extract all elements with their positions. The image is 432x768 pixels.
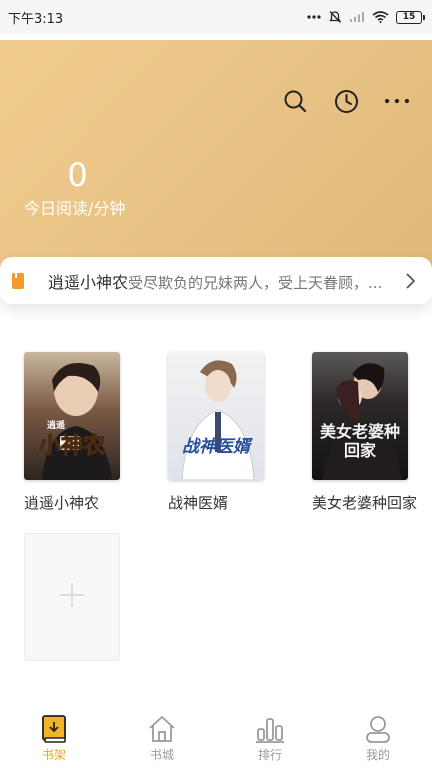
recommendation-book-title: 逍遥小神农 xyxy=(48,272,129,292)
book-cover[interactable]: 美女老婆种回家 xyxy=(312,352,408,480)
wifi-icon xyxy=(372,11,389,23)
book-cover-title: 小神农 xyxy=(38,433,105,460)
recommendation-description: 受尽欺负的兄妹两人，受上天眷顾，... xyxy=(128,273,383,292)
today-read-minutes: 0 xyxy=(67,156,88,194)
nav-label: 书架 xyxy=(41,748,66,762)
book-item[interactable]: 战神医婿 战神医婿 xyxy=(168,352,264,512)
nav-label: 我的 xyxy=(365,748,390,762)
reading-stats-header: 0 今日阅读/分钟 xyxy=(0,40,432,285)
bookmark-icon xyxy=(12,272,24,289)
nav-item-ranking[interactable]: 排行 xyxy=(216,706,324,768)
nav-item-bookstore[interactable]: 书城 xyxy=(108,706,216,768)
book-title: 战神医婿 xyxy=(168,494,229,512)
status-icons: 15 xyxy=(307,10,425,24)
book-cover-title: 美女老婆种回家 xyxy=(319,422,400,460)
nav-item-bookshelf[interactable]: 书架 xyxy=(0,706,108,768)
header-actions xyxy=(282,88,410,114)
book-cover[interactable]: 逍遥 小神农 xyxy=(24,352,120,480)
signal-icon xyxy=(349,11,365,23)
bookshelf-icon xyxy=(39,714,69,744)
nav-label: 书城 xyxy=(149,748,174,762)
battery-icon: 15 xyxy=(396,10,425,24)
book-cover-title: 战神医婿 xyxy=(182,437,250,457)
nav-item-profile[interactable]: 我的 xyxy=(324,706,432,768)
book-item[interactable]: 美女老婆种回家 美女老婆种回家 xyxy=(312,352,417,512)
book-title: 美女老婆种回家 xyxy=(312,494,418,512)
status-bar: 下午3:13 15 xyxy=(0,0,432,34)
dnd-off-icon xyxy=(328,10,342,24)
recommendation-card[interactable]: 逍遥小神农受尽欺负的兄妹两人，受上天眷顾，... xyxy=(0,257,432,304)
nav-label: 排行 xyxy=(257,748,282,762)
book-cover[interactable]: 战神医婿 xyxy=(168,352,264,480)
ranking-icon xyxy=(255,714,285,744)
chevron-right-icon[interactable] xyxy=(400,271,420,291)
book-title: 逍遥小神农 xyxy=(24,494,100,512)
recommendation-text: 逍遥小神农受尽欺负的兄妹两人，受上天眷顾，... xyxy=(48,269,392,293)
more-icon[interactable] xyxy=(384,88,410,114)
book-item[interactable]: 逍遥 小神农 逍遥小神农 xyxy=(24,352,120,512)
plus-icon xyxy=(58,581,86,613)
home-icon xyxy=(147,714,177,744)
status-time: 下午3:13 xyxy=(8,11,64,27)
today-read-label: 今日阅读/分钟 xyxy=(24,199,126,218)
profile-icon xyxy=(363,714,393,744)
search-icon[interactable] xyxy=(282,88,308,114)
bottom-nav: 书架 书城 排行 我的 xyxy=(0,706,432,768)
history-clock-icon[interactable] xyxy=(333,88,359,114)
add-book-button[interactable] xyxy=(24,533,120,661)
more-dots-icon xyxy=(307,14,321,20)
